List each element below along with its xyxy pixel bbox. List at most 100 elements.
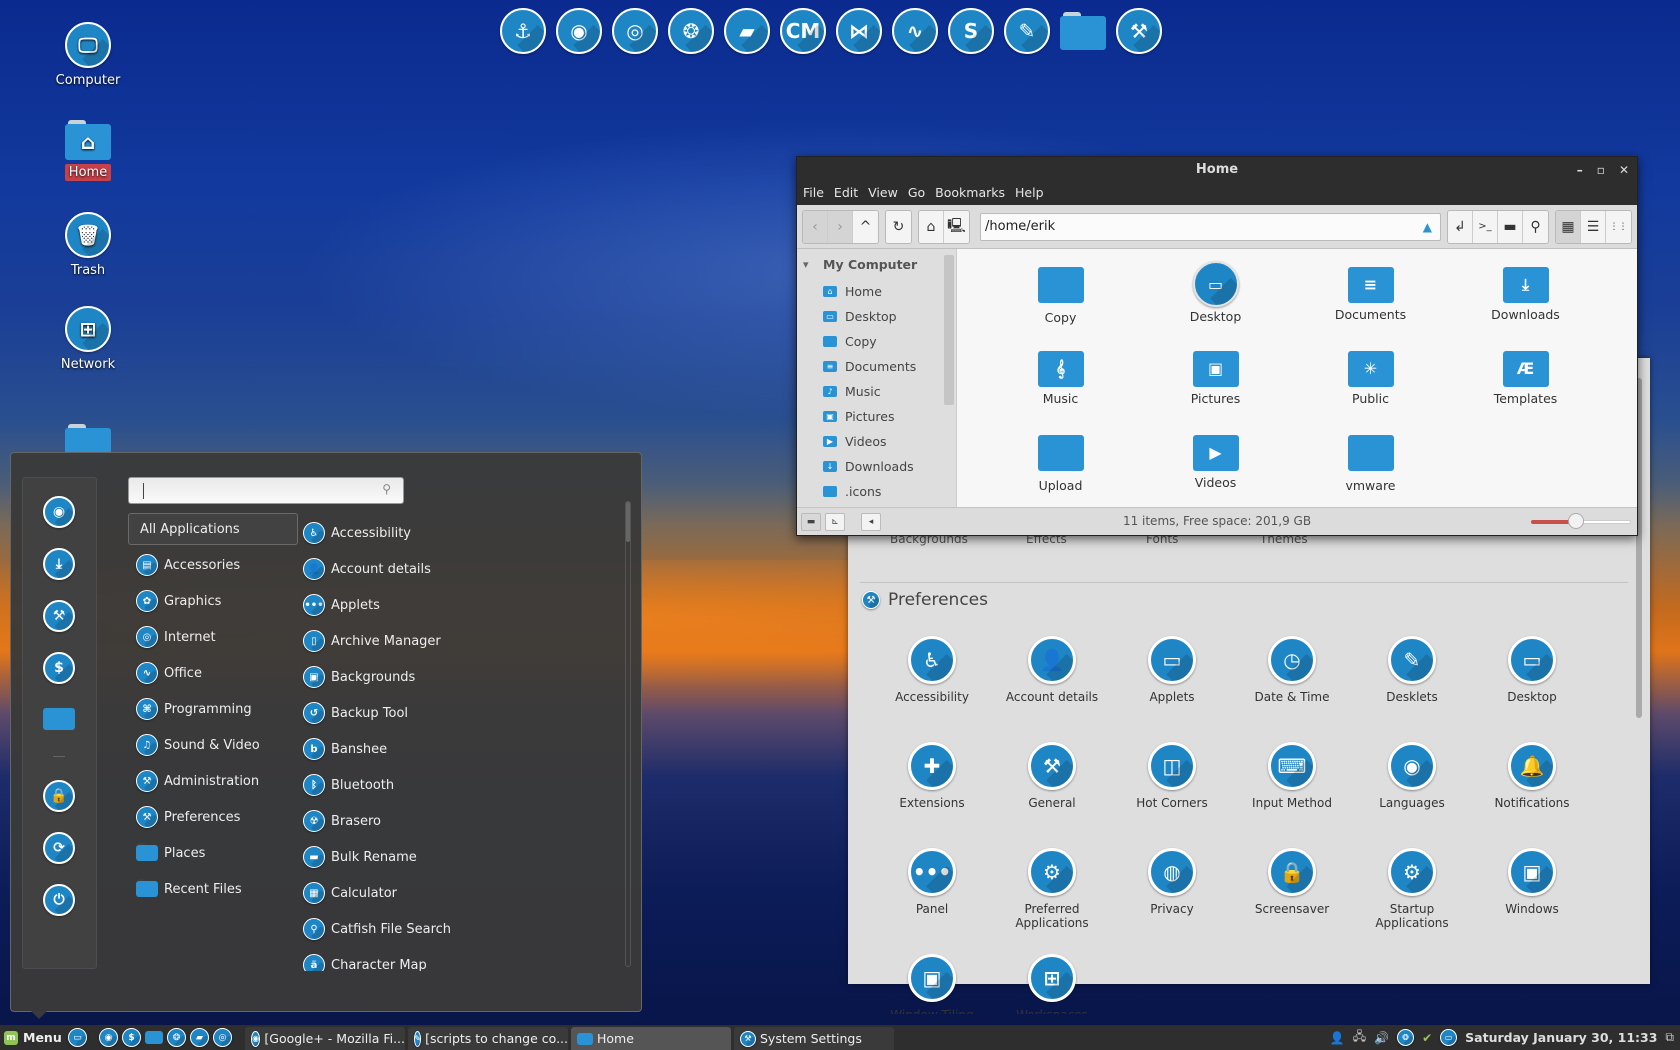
zoom-slider-handle[interactable]: [1568, 513, 1584, 529]
location-input[interactable]: /home/erik ▲: [980, 212, 1441, 241]
app-catfish-file-search[interactable]: ⚲ Catfish File Search: [303, 911, 623, 947]
app-accessibility[interactable]: ♿ Accessibility: [303, 515, 623, 551]
sidebar-header-my-computer[interactable]: My Computer: [797, 255, 956, 279]
settings-item-window-tiling[interactable]: ▣ Window Tiling: [872, 954, 992, 1014]
open-folder-button[interactable]: ▬: [1498, 210, 1523, 243]
menu-help[interactable]: Help: [1015, 183, 1044, 205]
menu-bookmarks[interactable]: Bookmarks: [935, 183, 1005, 205]
sidebar-item-home[interactable]: ⌂ Home: [797, 279, 956, 304]
app-brasero[interactable]: ☢ Brasero: [303, 803, 623, 839]
app-archive-manager[interactable]: ▯ Archive Manager: [303, 623, 623, 659]
minimize-button[interactable]: –: [1577, 157, 1583, 183]
menu-view[interactable]: View: [868, 183, 898, 205]
reload-button[interactable]: ↻: [886, 210, 911, 243]
favorite-firefox-icon[interactable]: ◉: [43, 496, 75, 528]
display-icon[interactable]: ▭: [1440, 1029, 1458, 1046]
app-bulk-rename[interactable]: ▬ Bulk Rename: [303, 839, 623, 875]
search-button[interactable]: ⚲: [1523, 210, 1548, 243]
up-button[interactable]: ^: [853, 210, 878, 243]
toggle-location-button[interactable]: ↲: [1448, 210, 1473, 243]
settings-item-windows[interactable]: ▣ Windows: [1472, 848, 1592, 938]
app-list-scrollbar[interactable]: [625, 501, 631, 967]
desktop-icon-home[interactable]: ⌂ Home: [48, 118, 128, 181]
favorite-terminal-icon[interactable]: $: [43, 652, 75, 684]
settings-item-extensions[interactable]: ✚ Extensions: [872, 742, 992, 832]
open-terminal-button[interactable]: >_: [1473, 210, 1498, 243]
launcher-firefox-icon[interactable]: ◉: [99, 1028, 118, 1047]
settings-item-preferred-applications[interactable]: ⚙ Preferred Applications: [992, 848, 1112, 938]
back-button[interactable]: ‹: [803, 210, 828, 243]
settings-item-hot-corners[interactable]: ◫ Hot Corners: [1112, 742, 1232, 832]
clear-location-icon[interactable]: ▲: [1423, 214, 1432, 240]
dock-files-icon[interactable]: [1060, 11, 1106, 50]
file-item-pictures[interactable]: ▣ Pictures: [1138, 345, 1293, 417]
category-preferences[interactable]: ⚒ Preferences: [128, 799, 298, 835]
clock[interactable]: Saturday January 30, 11:33: [1465, 1030, 1657, 1045]
app-backup-tool[interactable]: ↺ Backup Tool: [303, 695, 623, 731]
search-input[interactable]: ⚲: [128, 477, 404, 504]
file-item-desktop[interactable]: ▭ Desktop: [1138, 261, 1293, 333]
compact-view-button[interactable]: ⋮⋮: [1606, 210, 1631, 243]
sidebar-item-downloads[interactable]: ↓ Downloads: [797, 454, 956, 479]
settings-item-input-method[interactable]: ⌨ Input Method: [1232, 742, 1352, 832]
settings-item-notifications[interactable]: 🔔 Notifications: [1472, 742, 1592, 832]
file-item-templates[interactable]: Æ Templates: [1448, 345, 1603, 417]
dock-anchor-icon[interactable]: ⚓: [500, 8, 546, 54]
menu-go[interactable]: Go: [908, 183, 925, 205]
file-item-downloads[interactable]: ⤓ Downloads: [1448, 261, 1603, 333]
app-account-details[interactable]: 👤 Account details: [303, 551, 623, 587]
favorite-downloads-icon[interactable]: ⤓: [43, 548, 75, 580]
sidebar-item-videos[interactable]: ▶ Videos: [797, 429, 956, 454]
dock-system-monitor-icon[interactable]: ∿: [892, 8, 938, 54]
category-office[interactable]: ∿ Office: [128, 655, 298, 691]
dock-chrome-icon[interactable]: ◎: [612, 8, 658, 54]
file-item-public[interactable]: ✳ Public: [1293, 345, 1448, 417]
settings-item-workspaces[interactable]: ⊞ Workspaces: [992, 954, 1112, 1014]
app-backgrounds[interactable]: ▣ Backgrounds: [303, 659, 623, 695]
forward-button[interactable]: ›: [828, 210, 853, 243]
desktop-icon-trash[interactable]: 🗑 Trash: [48, 212, 128, 279]
logout-icon[interactable]: ⟳: [43, 832, 75, 864]
app-character-map[interactable]: ä Character Map: [303, 947, 623, 971]
app-applets[interactable]: ••• Applets: [303, 587, 623, 623]
dock-skype-icon[interactable]: S: [948, 8, 994, 54]
settings-item-startup-applications[interactable]: ⚙ Startup Applications: [1352, 848, 1472, 938]
scrollbar-thumb[interactable]: [626, 502, 630, 542]
volume-icon[interactable]: 🔊: [1374, 1031, 1389, 1045]
workspace-switcher-icon[interactable]: ⧉: [1665, 1030, 1674, 1045]
app-banshee[interactable]: b Banshee: [303, 731, 623, 767]
sidebar-item-documents[interactable]: ≡ Documents: [797, 354, 956, 379]
task-system-settings[interactable]: ⚒ System Settings: [734, 1027, 894, 1050]
update-shield-icon[interactable]: ✔: [1422, 1031, 1432, 1045]
desktop-icon-computer[interactable]: 🖵 Computer: [48, 22, 128, 89]
task-google-mozilla-fi[interactable]: ◉ [Google+ - Mozilla Fi...: [245, 1027, 405, 1050]
icon-view-button[interactable]: ▦: [1556, 210, 1581, 243]
dock-video-recorder-icon[interactable]: ▰: [724, 8, 770, 54]
title-bar[interactable]: Home – ▫ ✕: [797, 157, 1637, 183]
category-administration[interactable]: ⚒ Administration: [128, 763, 298, 799]
dock-text-editor-icon[interactable]: ✎: [1004, 8, 1050, 54]
settings-item-desktop[interactable]: ▭ Desktop: [1472, 636, 1592, 726]
dock-firefox-icon[interactable]: ◉: [556, 8, 602, 54]
menu-edit[interactable]: Edit: [834, 183, 858, 205]
dock-settings-icon[interactable]: ⚒: [1116, 8, 1162, 54]
category-recent-files[interactable]: Recent Files: [128, 871, 298, 907]
category-sound-video[interactable]: ♫ Sound & Video: [128, 727, 298, 763]
user-icon[interactable]: 👤: [1330, 1031, 1345, 1045]
settings-item-languages[interactable]: ◉ Languages: [1352, 742, 1472, 832]
launcher-terminal-icon[interactable]: $: [122, 1028, 141, 1047]
menu-file[interactable]: File: [803, 183, 824, 205]
sidebar-item-pictures[interactable]: ▣ Pictures: [797, 404, 956, 429]
app-calculator[interactable]: ▦ Calculator: [303, 875, 623, 911]
menu-button[interactable]: m Menu: [0, 1030, 64, 1045]
category-all-applications[interactable]: All Applications: [128, 513, 298, 545]
task-scripts-to-change-co[interactable]: ✎ [scripts to change co...: [408, 1027, 568, 1050]
file-item-videos[interactable]: ▶ Videos: [1138, 429, 1293, 501]
home-button[interactable]: ⌂: [919, 210, 944, 243]
favorite-files-icon[interactable]: [43, 705, 75, 730]
settings-item-account-details[interactable]: 👤 Account details: [992, 636, 1112, 726]
app-bluetooth[interactable]: ᛒ Bluetooth: [303, 767, 623, 803]
category-programming[interactable]: ⌘ Programming: [128, 691, 298, 727]
file-item-music[interactable]: 𝄞 Music: [983, 345, 1138, 417]
launcher-show-desktop-icon[interactable]: ▭: [68, 1028, 87, 1047]
